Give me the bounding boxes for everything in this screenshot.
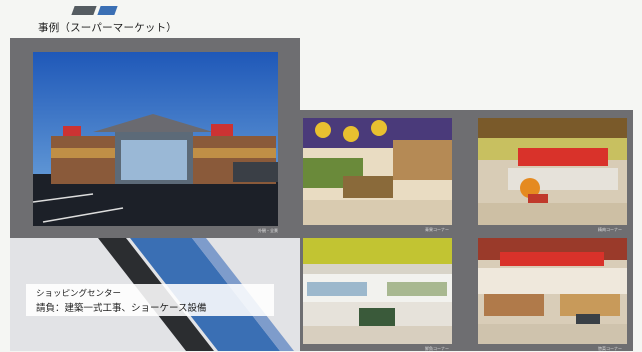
- facility-type: ショッピングセンター: [36, 289, 122, 299]
- contract-scope: 請負：建築一式工事、ショーケース設備: [36, 303, 207, 314]
- photo-interior-2: [478, 118, 627, 225]
- photo-exterior-caption: 外観・全景: [258, 228, 278, 233]
- photo-interior-2-caption: 精肉コーナー: [598, 227, 622, 232]
- title-accent-blue: [97, 6, 118, 15]
- photo-exterior: [33, 52, 278, 226]
- slide: 事例（スーパーマーケット） 外観・全景 青果コーナー 精肉コーナー 鮮魚コーナー…: [0, 0, 642, 351]
- photo-interior-4: [478, 238, 627, 344]
- photo-interior-4-caption: 惣菜コーナー: [598, 346, 622, 351]
- photo-interior-1: [303, 118, 452, 225]
- photo-interior-1-caption: 青果コーナー: [425, 227, 449, 232]
- photo-interior-3: [303, 238, 452, 344]
- title-accent-gray: [71, 6, 97, 15]
- photo-interior-3-caption: 鮮魚コーナー: [425, 346, 449, 351]
- slide-title: 事例（スーパーマーケット）: [38, 22, 177, 34]
